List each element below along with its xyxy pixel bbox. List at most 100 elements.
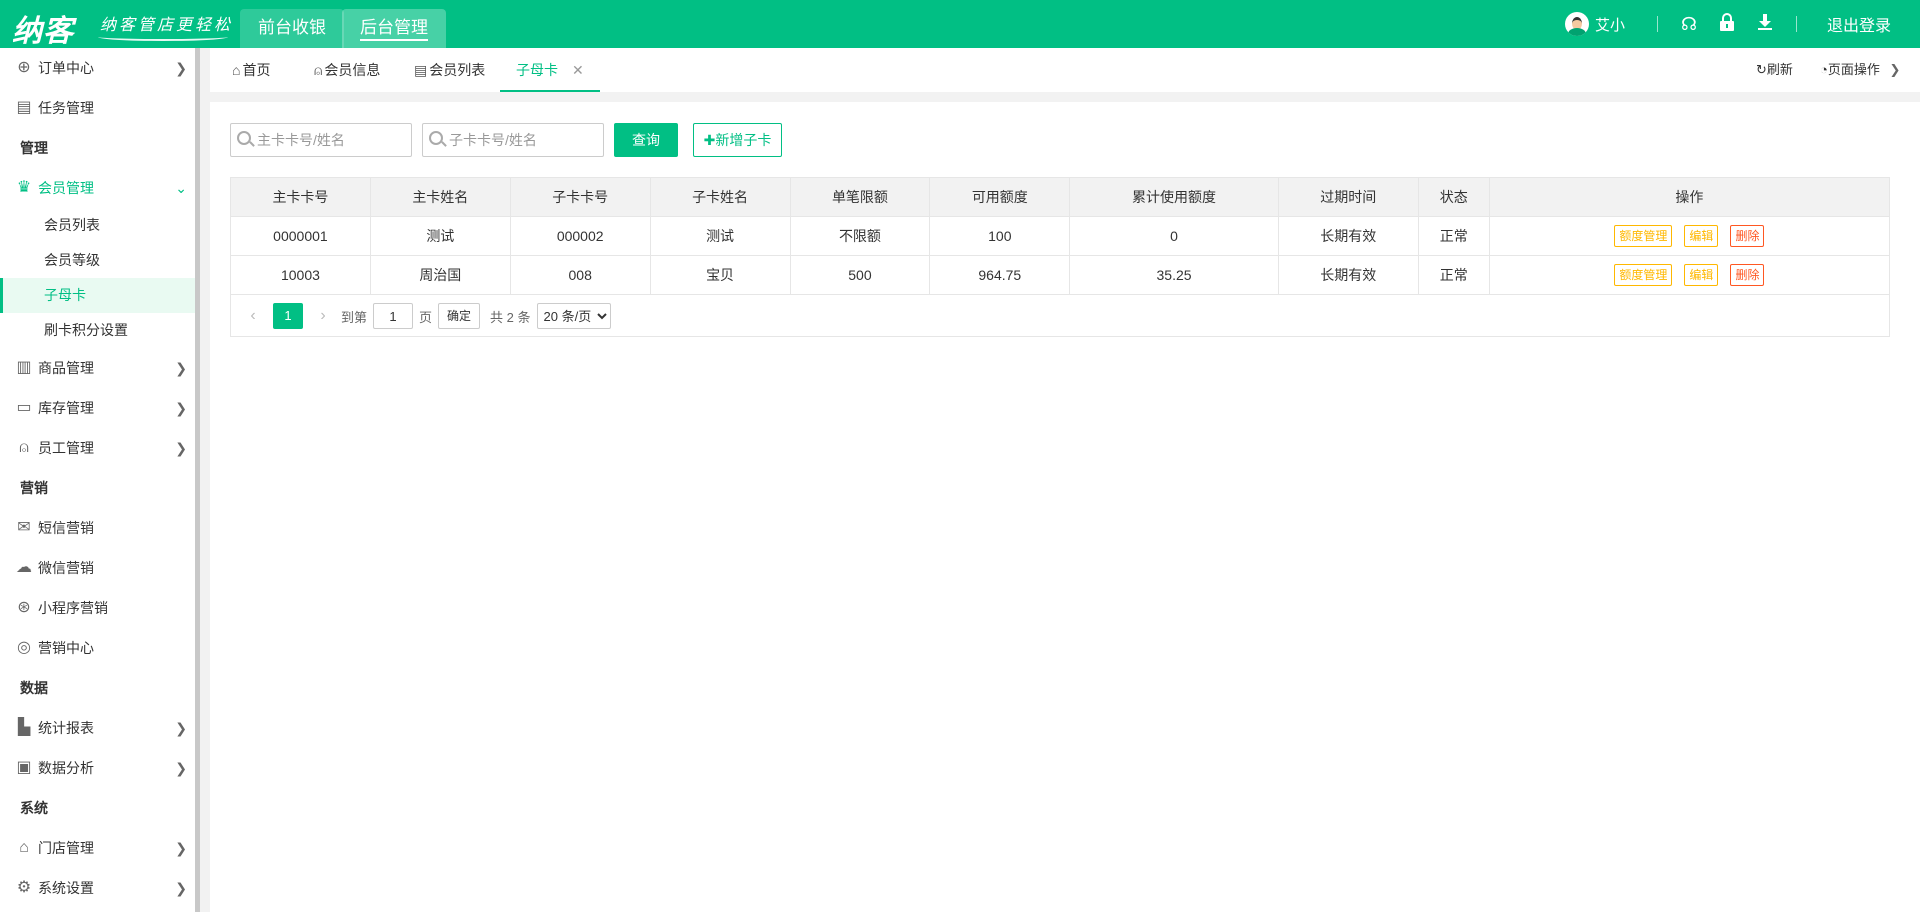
sidebar-item-miniapp-marketing[interactable]: ⊛ 小程序营销 [0,588,195,628]
refresh-icon: ↻ [1756,62,1767,77]
chevron-right-icon: ❯ [175,760,187,776]
lock-icon[interactable] [1712,12,1742,36]
sidebar-sub-swipe-points[interactable]: 刷卡积分设置 [0,313,195,348]
cell-available: 964.75 [929,255,1071,295]
sidebar-item-label: 订单中心 [38,60,94,76]
section-manage: 管理 [20,140,48,156]
sidebar-item-label: 营销中心 [38,640,94,656]
table-row: 10003 周治国 008 宝贝 500 964.75 35.25 长期有效 正… [230,255,1891,295]
download-icon[interactable] [1750,13,1780,36]
top-bar: 纳客 纳客管店更轻松 前台收银 后台管理 艾小 ☊ 退出登录 [0,0,1920,50]
delete-button[interactable]: 删除 [1730,264,1765,286]
cell-expire: 长期有效 [1277,216,1419,256]
chevron-right-icon: ❯ [175,880,187,896]
col-used-total: 累计使用额度 [1069,177,1279,217]
sidebar-item-system-settings[interactable]: ⚙ 系统设置 ❯ [0,868,195,908]
sub-card-search-input[interactable] [449,124,599,156]
edit-button[interactable]: 编辑 [1684,225,1719,247]
sub-card-search-field[interactable] [422,123,604,157]
sidebar-item-goods-mgmt[interactable]: ▥ 商品管理 ❯ [0,348,195,388]
username[interactable]: 艾小 [1595,14,1625,35]
sidebar-sub-sub-card[interactable]: 子母卡 [0,278,195,313]
cell-single-limit: 500 [789,255,931,295]
table-row: 0000001 测试 000002 测试 不限额 100 0 长期有效 正常 额… [230,216,1891,256]
cell-main-card-name: 周治国 [369,255,511,295]
logo[interactable]: 纳客 [12,6,74,50]
gauge-icon: ◔ [1820,62,1828,77]
goto-page-input[interactable] [373,303,414,329]
tab-member-list[interactable]: ▤ 会员列表 [398,48,501,92]
divider [1795,16,1797,32]
divider [1656,16,1658,32]
sidebar-item-store-mgmt[interactable]: ⌂ 门店管理 ❯ [0,828,195,868]
page-button-current[interactable]: 1 [273,303,303,329]
sidebar-item-label: 统计报表 [38,720,94,736]
main-card-search-field[interactable] [230,123,412,157]
chevron-right-icon: ❯ [175,400,187,416]
sidebar-item-stock-mgmt[interactable]: ▭ 库存管理 ❯ [0,388,195,428]
sidebar-item-marketing-center[interactable]: ◎ 营销中心 [0,628,195,668]
nav-front-cashier[interactable]: 前台收银 [240,9,344,48]
sidebar-sub-member-list[interactable]: 会员列表 [0,208,195,243]
sidebar-scrollbar[interactable] [195,48,200,912]
prev-page-icon[interactable]: ‹ [241,307,265,325]
query-button[interactable]: 查询 [614,123,678,157]
cell-actions: 额度管理 编辑 删除 [1488,255,1891,295]
sidebar-sub-member-level[interactable]: 会员等级 [0,243,195,278]
sidebar-item-stats-report[interactable]: ▙ 统计报表 ❯ [0,708,195,748]
mail-icon: ✉ [17,519,31,536]
home-icon: ⌂ [232,62,241,78]
col-single-limit: 单笔限额 [789,177,931,217]
delete-button[interactable]: 删除 [1730,225,1765,247]
cell-sub-card-name: 测试 [649,216,791,256]
quota-manage-button[interactable]: 额度管理 [1614,264,1673,286]
edit-button[interactable]: 编辑 [1684,264,1719,286]
goods-icon: ▥ [16,359,32,376]
tab-label: 首页 [242,62,271,78]
sidebar-item-task-mgmt[interactable]: ▤ 任务管理 [0,88,195,128]
close-icon[interactable]: ✕ [572,62,584,78]
page-ops-label: 页面操作 [1827,62,1880,77]
headset-icon[interactable]: ☊ [1674,14,1704,35]
refresh-button[interactable]: ↻刷新 [1756,48,1793,92]
main-card-search-input[interactable] [257,124,407,156]
sidebar-item-member-mgmt[interactable]: ♛ 会员管理 ⌄ [0,168,195,208]
sidebar-item-label: 短信营销 [38,520,94,536]
tab-home[interactable]: ⌂ 首页 [216,48,286,92]
next-page-icon[interactable]: › [311,307,335,325]
store-icon: ⌂ [19,839,29,856]
logout-button[interactable]: 退出登录 [1827,12,1891,36]
col-main-card-name: 主卡姓名 [369,177,511,217]
goto-confirm-button[interactable]: 确定 [438,303,481,329]
col-available: 可用额度 [929,177,1071,217]
cell-used-total: 0 [1069,216,1279,256]
section-marketing: 营销 [20,480,48,496]
sidebar-item-label: 数据分析 [38,760,94,776]
table-header-row: 主卡卡号 主卡姓名 子卡卡号 子卡姓名 单笔限额 可用额度 累计使用额度 过期时… [230,177,1891,217]
avatar[interactable] [1564,12,1589,36]
quota-manage-button[interactable]: 额度管理 [1614,225,1673,247]
col-sub-card-no: 子卡卡号 [509,177,651,217]
col-main-card-no: 主卡卡号 [230,177,371,217]
crown-icon: ♛ [16,179,32,196]
sidebar: ⊕ 订单中心 ❯ ▤ 任务管理 管理 ♛ 会员管理 ⌄ 会员列表 会员等级 子母… [0,48,195,912]
cell-main-card-no: 0000001 [230,216,371,256]
sidebar-item-order-center[interactable]: ⊕ 订单中心 ❯ [0,48,195,88]
nav-backend-admin[interactable]: 后台管理 [342,9,446,48]
nav-back-label: 后台管理 [360,18,428,41]
sidebar-item-wechat-marketing[interactable]: ☁ 微信营销 [0,548,195,588]
col-actions: 操作 [1488,177,1891,217]
page-size-select[interactable]: 20 条/页 [536,303,611,329]
cell-sub-card-name: 宝贝 [649,255,791,295]
chevron-right-icon: ❯ [175,60,187,76]
tab-member-info[interactable]: ⍝ 会员信息 [298,48,396,92]
sidebar-item-staff-mgmt[interactable]: ⍝ 员工管理 ❯ [0,428,195,468]
tab-sub-card[interactable]: 子母卡 ✕ [500,48,600,92]
pagination: ‹ 1 › 到第 页 确定 共 2 条 20 条/页 [241,303,611,329]
sidebar-item-label: 员工管理 [38,440,94,456]
add-sub-card-button[interactable]: ✚新增子卡 [693,123,782,157]
cell-status: 正常 [1417,216,1490,256]
page-ops-button[interactable]: ◔页面操作 ❯ [1820,48,1900,92]
sidebar-item-data-analysis[interactable]: ▣ 数据分析 ❯ [0,748,195,788]
sidebar-item-sms-marketing[interactable]: ✉ 短信营销 [0,508,195,548]
